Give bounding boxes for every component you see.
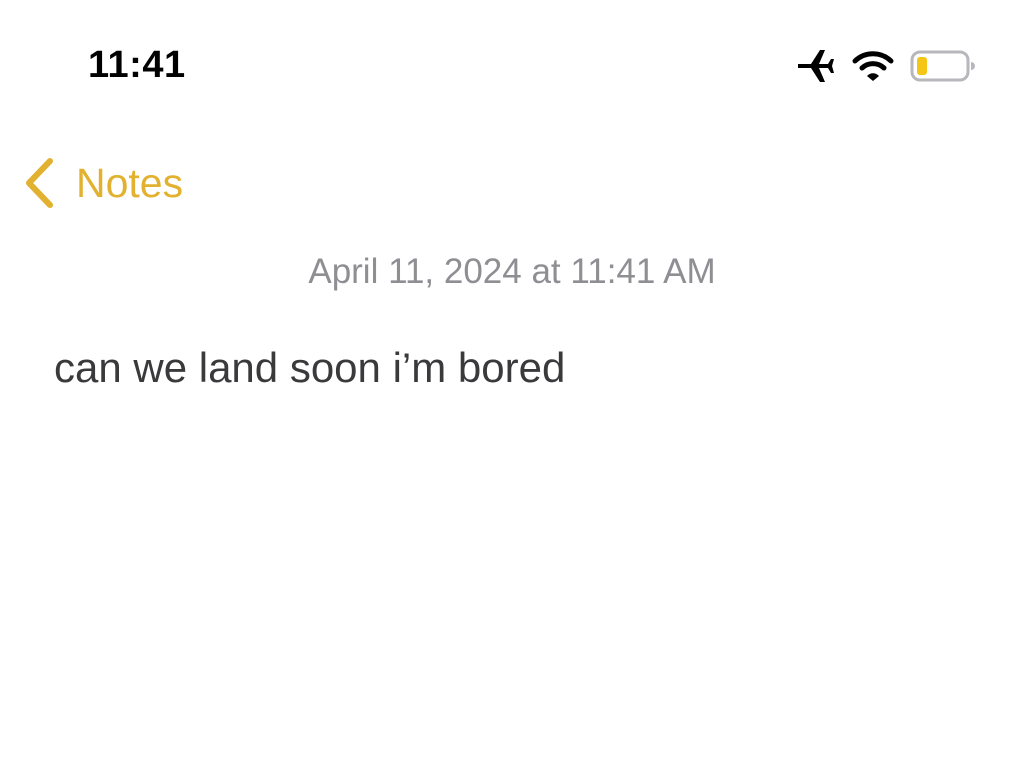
status-icons (796, 46, 976, 86)
note-date: April 11, 2024 at 11:41 AM (308, 252, 716, 291)
battery-icon (910, 49, 976, 83)
wifi-icon (852, 49, 894, 83)
note-body[interactable]: can we land soon i’m bored (54, 343, 974, 393)
airplane-icon (796, 48, 836, 84)
battery-level (917, 57, 927, 75)
status-time: 11:41 (88, 44, 186, 86)
back-label: Notes (76, 160, 184, 206)
back-button[interactable]: Notes (22, 156, 183, 210)
nav-bar: Notes (0, 148, 1024, 218)
chevron-left-icon (22, 156, 56, 210)
status-bar: 11:41 (0, 0, 1024, 120)
